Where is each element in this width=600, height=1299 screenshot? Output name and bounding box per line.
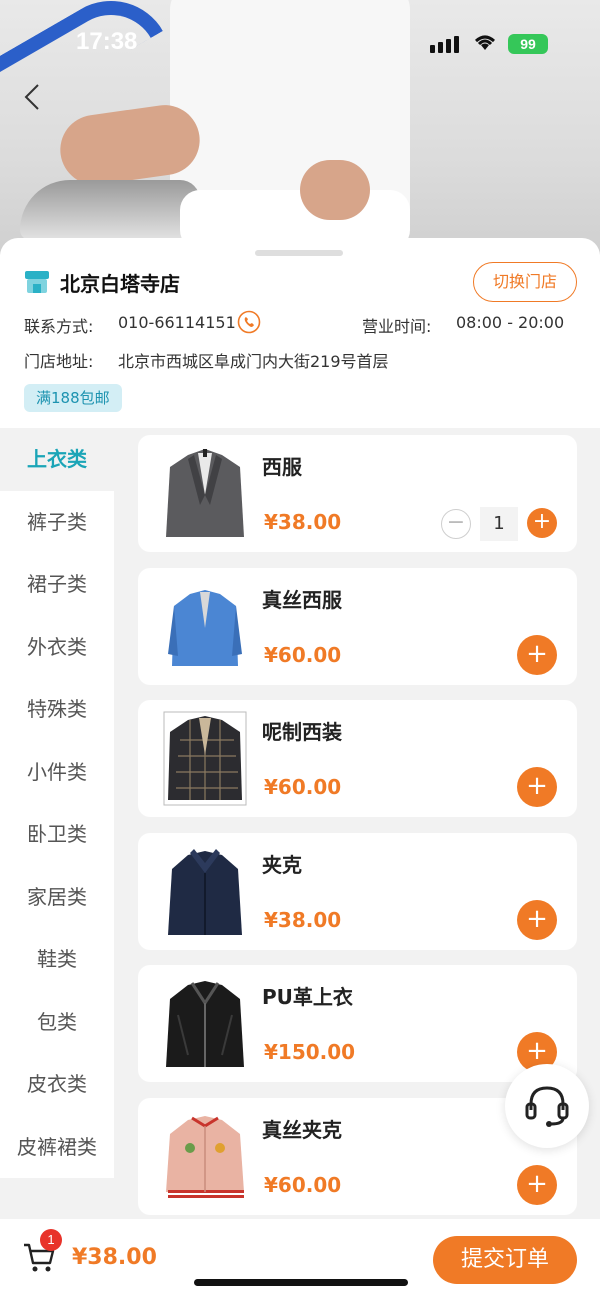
contact-label: 联系方式:	[24, 317, 94, 336]
category-small-items[interactable]: 小件类	[0, 740, 114, 803]
wifi-icon	[475, 35, 495, 50]
product-price: ¥38.00	[264, 907, 342, 932]
category-leather-coats[interactable]: 皮衣类	[0, 1053, 114, 1116]
switch-store-button[interactable]: 切换门店	[473, 262, 577, 302]
customer-service-button[interactable]	[505, 1064, 589, 1148]
decrease-quantity-button[interactable]: −	[441, 509, 471, 539]
product-name: 西服	[262, 455, 302, 479]
pu-leather-jacket-image	[166, 981, 244, 1067]
store-info-panel: 北京白塔寺店 切换门店 联系方式: 010-66114151 营业时间: 08:…	[0, 238, 600, 428]
product-price: ¥60.00	[264, 1172, 342, 1197]
category-bags[interactable]: 包类	[0, 990, 114, 1053]
drag-handle[interactable]	[255, 250, 343, 256]
category-bed-bath[interactable]: 卧卫类	[0, 803, 114, 866]
home-indicator	[194, 1279, 408, 1286]
category-home[interactable]: 家居类	[0, 865, 114, 928]
product-name: 真丝西服	[262, 587, 342, 612]
signal-icon	[430, 36, 459, 53]
product-name: 呢制西装	[262, 720, 342, 744]
back-arrow-icon[interactable]	[20, 82, 46, 112]
add-to-cart-button[interactable]: +	[517, 899, 557, 940]
silk-jacket-image	[166, 1115, 244, 1198]
contact-phone[interactable]: 010-66114151	[118, 313, 236, 332]
product-name: 夹克	[262, 852, 302, 877]
hero-arm-right	[300, 160, 370, 220]
wool-suit-image	[163, 711, 247, 806]
product-card[interactable]: 西服 ¥38.00 − 1 +	[138, 435, 577, 552]
store-icon	[25, 271, 49, 293]
submit-order-button[interactable]: 提交订单	[433, 1236, 577, 1284]
jacket-image	[168, 848, 242, 935]
add-to-cart-button[interactable]: +	[517, 767, 557, 807]
category-leather-pants-skirts[interactable]: 皮裤裙类	[0, 1115, 114, 1178]
product-price: ¥60.00	[264, 775, 342, 799]
quantity-value[interactable]: 1	[480, 507, 518, 541]
product-card[interactable]: 夹克 ¥38.00 +	[138, 832, 577, 950]
cart-count-badge: 1	[40, 1229, 62, 1251]
category-tops[interactable]: 上衣类	[0, 428, 114, 491]
product-price: ¥150.00	[264, 1040, 356, 1064]
category-special[interactable]: 特殊类	[0, 678, 114, 741]
product-price: ¥60.00	[264, 642, 342, 667]
checkout-bar: 1 ¥38.00 提交订单	[0, 1219, 600, 1299]
store-name: 北京白塔寺店	[60, 272, 180, 296]
battery-indicator: 99	[508, 34, 548, 54]
category-sidebar: 上衣类 裤子类 裙子类 外衣类 特殊类 小件类 卧卫类 家居类 鞋类 包类 皮衣…	[0, 428, 114, 1178]
cart-total: ¥38.00	[72, 1245, 157, 1270]
status-bar: 17:38 99	[0, 0, 600, 90]
category-shoes[interactable]: 鞋类	[0, 928, 114, 991]
address-label: 门店地址:	[24, 352, 94, 371]
product-name: 真丝夹克	[262, 1117, 342, 1142]
status-time: 17:38	[76, 28, 138, 55]
phone-icon[interactable]	[237, 310, 261, 334]
silk-suit-image	[168, 589, 242, 666]
hours-value: 08:00 - 20:00	[456, 313, 565, 332]
add-to-cart-button[interactable]: +	[517, 634, 557, 675]
product-card[interactable]: 呢制西装 ¥60.00 +	[138, 700, 577, 817]
category-skirts[interactable]: 裙子类	[0, 553, 114, 616]
product-card[interactable]: 真丝西服 ¥60.00 +	[138, 567, 577, 685]
address-value: 北京市西城区阜成门内大街219号首层	[118, 352, 389, 371]
hero-iron	[20, 180, 200, 240]
add-to-cart-button[interactable]: +	[517, 1164, 557, 1205]
increase-quantity-button[interactable]: +	[527, 508, 557, 538]
headset-icon	[525, 1086, 569, 1127]
category-outerwear[interactable]: 外衣类	[0, 615, 114, 678]
product-price: ¥38.00	[264, 510, 342, 534]
product-name: PU革上衣	[262, 985, 353, 1009]
category-pants[interactable]: 裤子类	[0, 490, 114, 553]
suit-image	[166, 449, 244, 537]
hours-label: 营业时间:	[362, 317, 432, 336]
free-shipping-tag: 满188包邮	[24, 384, 122, 412]
